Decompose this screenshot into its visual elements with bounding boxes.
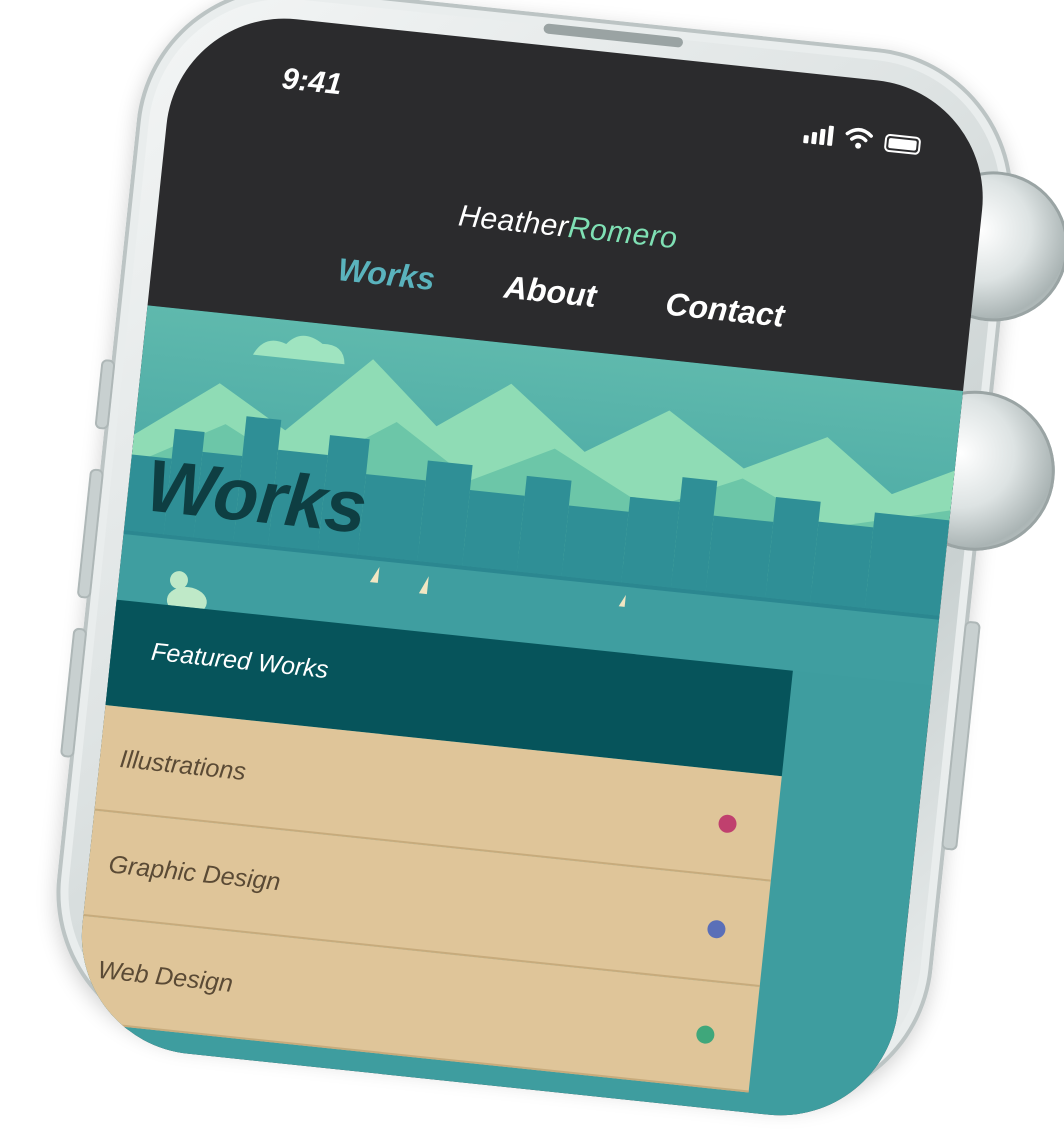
list-item-label: Web Design — [96, 955, 235, 998]
phone-frame: 9:41 HeatherRomero Works About Contact W… — [41, 0, 1064, 1127]
category-dot-icon — [717, 813, 738, 834]
status-time: 9:41 — [280, 62, 344, 102]
list-item-label: Graphic Design — [107, 850, 282, 897]
status-icons — [803, 121, 922, 156]
nav-about[interactable]: About — [502, 269, 598, 315]
side-button — [941, 620, 981, 851]
battery-icon — [883, 133, 922, 156]
screen: 9:41 HeatherRomero Works About Contact W… — [70, 6, 995, 1127]
category-dot-icon — [695, 1024, 716, 1045]
wifi-icon — [845, 128, 873, 149]
nav-works[interactable]: Works — [336, 251, 436, 298]
brand-last-name: Romero — [566, 210, 680, 256]
volume-button — [94, 358, 116, 430]
brand-first-name: Heather — [456, 199, 570, 244]
signal-icon — [803, 123, 835, 146]
works-panel: Featured Works Illustrations Graphic Des… — [70, 597, 933, 1127]
speaker-grille — [543, 23, 684, 48]
nav-contact[interactable]: Contact — [664, 286, 786, 335]
volume-button — [76, 468, 105, 599]
list-item-label: Illustrations — [118, 745, 248, 787]
category-dot-icon — [706, 919, 727, 940]
volume-button — [59, 627, 88, 759]
